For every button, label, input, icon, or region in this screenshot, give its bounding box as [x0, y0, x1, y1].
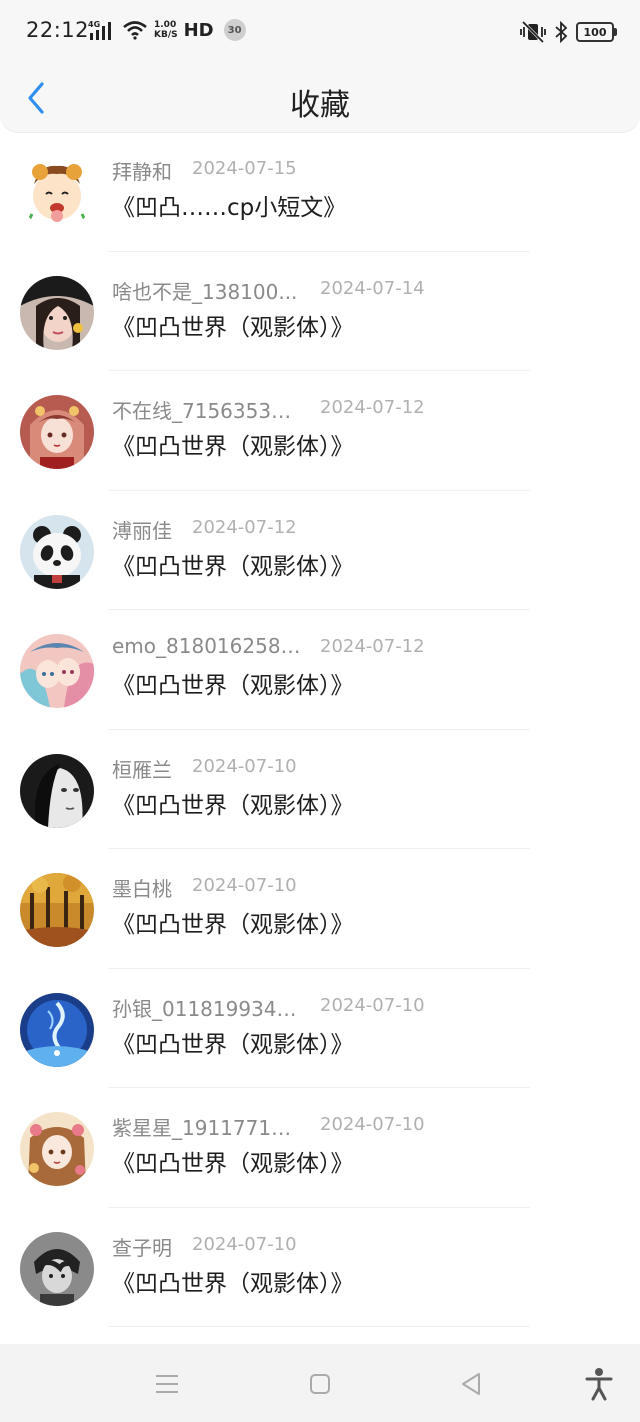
hd-indicator: HD — [183, 19, 214, 41]
item-title: 《凹凸世界（观影体）》 — [112, 314, 354, 341]
menu-button[interactable] — [149, 1366, 185, 1402]
status-time: 22:12 — [26, 18, 90, 42]
header: 收藏 — [0, 64, 640, 132]
vibrate-mute-icon — [520, 21, 546, 43]
item-title: 《凹凸世界（观影体）》 — [112, 553, 354, 580]
home-icon — [310, 1374, 330, 1394]
bluetooth-icon — [555, 21, 568, 43]
item-title: 《凹凸……cp小短文》 — [112, 195, 347, 221]
item-title: 《凹凸世界（观影体）》 — [112, 434, 354, 460]
item-title: 《凹凸世界（观影体）》 — [112, 1031, 354, 1058]
home-button[interactable] — [302, 1366, 338, 1402]
list-item[interactable]: 查子明 2024-07-10 《凹凸世界（观影体）》 — [0, 1208, 640, 1327]
speed-value: 1.00 — [154, 20, 177, 30]
list-item[interactable]: 不在线_71563539... 2024-07-12 《凹凸世界（观影体）》 — [0, 371, 640, 491]
avatar — [20, 1112, 94, 1186]
signal-icon: 4G — [88, 20, 111, 40]
status-bar: 22:12 4G 1.00 KB/S HD 30 100 — [0, 0, 640, 64]
network-indicators: 4G 1.00 KB/S HD 30 — [88, 16, 246, 44]
author-name: 啥也不是_138100... — [112, 279, 298, 304]
back-nav-button[interactable] — [453, 1366, 489, 1402]
avatar — [20, 514, 94, 589]
avatar — [20, 634, 94, 708]
item-date: 2024-07-10 — [192, 875, 297, 896]
item-date: 2024-07-10 — [192, 1233, 297, 1255]
wifi-icon — [123, 21, 147, 40]
list-item[interactable]: 啥也不是_138100... 2024-07-14 《凹凸世界（观影体）》 — [0, 252, 640, 371]
speed-unit: KB/S — [154, 30, 178, 40]
avatar — [20, 873, 94, 947]
item-date: 2024-07-12 — [192, 516, 297, 538]
author-name: 不在线_71563539... — [112, 399, 302, 423]
list-item[interactable]: 拜静和 2024-07-15 《凹凸……cp小短文》 — [0, 132, 640, 252]
avatar — [20, 395, 94, 469]
notification-badge: 30 — [223, 19, 246, 41]
author-name: 紫星星_191177107... — [112, 1116, 302, 1140]
network-speed: 1.00 KB/S — [154, 20, 178, 40]
divider — [108, 1326, 530, 1327]
favorites-list: 拜静和 2024-07-15 《凹凸……cp小短文》 啥也不是_138100..… — [0, 132, 640, 1327]
item-date: 2024-07-10 — [320, 1114, 425, 1135]
list-item[interactable]: 孙银_0118199348... 2024-07-10 《凹凸世界（观影体）》 — [0, 969, 640, 1088]
battery-icon: 100 — [576, 22, 617, 42]
menu-icon — [156, 1375, 178, 1393]
accessibility-button[interactable] — [581, 1366, 617, 1402]
item-title: 《凹凸世界（观影体）》 — [112, 1151, 354, 1177]
author-name: 孙银_0118199348... — [112, 996, 302, 1021]
item-title: 《凹凸世界（观影体）》 — [112, 792, 354, 819]
avatar — [20, 156, 94, 230]
item-title: 《凹凸世界（观影体）》 — [112, 912, 354, 938]
item-date: 2024-07-10 — [192, 755, 297, 777]
item-date: 2024-07-14 — [320, 277, 425, 299]
author-name: emo_8180162582... — [112, 634, 302, 658]
item-date: 2024-07-12 — [320, 397, 425, 418]
page-title: 收藏 — [290, 88, 350, 123]
item-date: 2024-07-15 — [192, 158, 297, 179]
item-title: 《凹凸世界（观影体）》 — [112, 1270, 354, 1297]
avatar — [20, 992, 94, 1067]
navigation-bar — [0, 1344, 640, 1422]
list-item[interactable]: 溥丽佳 2024-07-12 《凹凸世界（观影体）》 — [0, 491, 640, 610]
avatar — [20, 275, 94, 350]
list-item[interactable]: 墨白桃 2024-07-10 《凹凸世界（观影体）》 — [0, 849, 640, 969]
list-item[interactable]: 紫星星_191177107... 2024-07-10 《凹凸世界（观影体）》 — [0, 1088, 640, 1208]
list-item[interactable]: emo_8180162582... 2024-07-12 《凹凸世界（观影体）》 — [0, 610, 640, 730]
item-title: 《凹凸世界（观影体）》 — [112, 673, 354, 699]
item-date: 2024-07-10 — [320, 994, 425, 1016]
back-triangle-icon — [462, 1373, 480, 1395]
network-type: 4G — [88, 20, 100, 29]
system-indicators: 100 — [520, 18, 617, 46]
accessibility-icon — [585, 1368, 613, 1401]
avatar — [20, 753, 94, 828]
list-item[interactable]: 桓雁兰 2024-07-10 《凹凸世界（观影体）》 — [0, 730, 640, 849]
battery-level: 100 — [583, 25, 607, 39]
avatar — [20, 1231, 94, 1306]
item-date: 2024-07-12 — [320, 636, 425, 657]
